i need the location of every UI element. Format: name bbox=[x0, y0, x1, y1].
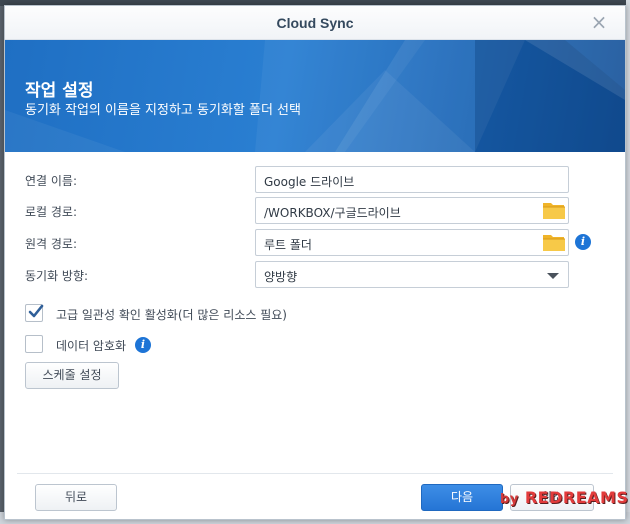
data-encryption-checkbox[interactable] bbox=[25, 335, 43, 353]
sync-direction-row: 동기화 방향: 양방향 bbox=[5, 261, 625, 289]
data-encryption-option: 데이터 암호화 i bbox=[25, 335, 165, 355]
remote-path-label: 원격 경로: bbox=[25, 237, 78, 251]
header-banner: 작업 설정 동기화 작업의 이름을 지정하고 동기화할 폴더 선택 bbox=[5, 40, 625, 152]
banner-pattern bbox=[5, 40, 625, 152]
watermark: by REDREAMS bbox=[500, 488, 628, 507]
consistency-check-checkbox[interactable] bbox=[25, 304, 44, 322]
step-title: 작업 설정 bbox=[25, 81, 94, 101]
back-button[interactable]: 뒤로 bbox=[35, 484, 117, 511]
footer-divider bbox=[17, 473, 613, 474]
schedule-settings-button[interactable]: 스케줄 설정 bbox=[25, 362, 119, 389]
connection-name-label: 연결 이름: bbox=[25, 174, 78, 188]
dialog-title: Cloud Sync bbox=[276, 15, 354, 31]
connection-name-input[interactable]: Google 드라이브 bbox=[255, 166, 569, 193]
cloud-sync-dialog: Cloud Sync × 작업 설정 동기화 작업의 이름을 지정하고 동기화할… bbox=[4, 5, 628, 520]
data-encryption-label: 데이터 암호화 bbox=[56, 339, 127, 353]
sync-direction-label: 동기화 방향: bbox=[25, 269, 89, 283]
remote-path-value: 루트 폴더 bbox=[264, 238, 312, 252]
watermark-name: REDREAMS bbox=[524, 488, 629, 507]
watermark-prefix: by bbox=[500, 492, 519, 507]
folder-icon[interactable] bbox=[542, 232, 566, 253]
info-icon[interactable]: i bbox=[575, 234, 591, 250]
local-path-label: 로컬 경로: bbox=[25, 205, 78, 219]
remote-path-input[interactable]: 루트 폴더 bbox=[255, 229, 569, 256]
info-icon[interactable]: i bbox=[135, 337, 151, 353]
connection-name-row: 연결 이름: Google 드라이브 bbox=[5, 166, 625, 194]
local-path-input[interactable]: /WORKBOX/구글드라이브 bbox=[255, 197, 569, 224]
next-button[interactable]: 다음 bbox=[421, 484, 503, 511]
local-path-row: 로컬 경로: /WORKBOX/구글드라이브 bbox=[5, 197, 625, 225]
background-window-edge-right bbox=[626, 0, 630, 524]
step-description: 동기화 작업의 이름을 지정하고 동기화할 폴더 선택 bbox=[25, 103, 301, 118]
sync-direction-value: 양방향 bbox=[264, 270, 298, 284]
connection-name-value: Google 드라이브 bbox=[264, 175, 355, 189]
chevron-down-icon[interactable] bbox=[547, 273, 559, 279]
close-icon[interactable]: × bbox=[589, 12, 609, 32]
consistency-check-label: 고급 일관성 확인 활성화(더 많은 리소스 필요) bbox=[56, 308, 287, 322]
folder-icon[interactable] bbox=[542, 200, 566, 221]
checkmark-icon bbox=[28, 304, 44, 318]
sync-direction-select[interactable]: 양방향 bbox=[255, 261, 569, 288]
local-path-value: /WORKBOX/구글드라이브 bbox=[264, 206, 401, 220]
dialog-titlebar: Cloud Sync × bbox=[5, 6, 625, 40]
remote-path-row: 원격 경로: 루트 폴더 i bbox=[5, 229, 625, 257]
